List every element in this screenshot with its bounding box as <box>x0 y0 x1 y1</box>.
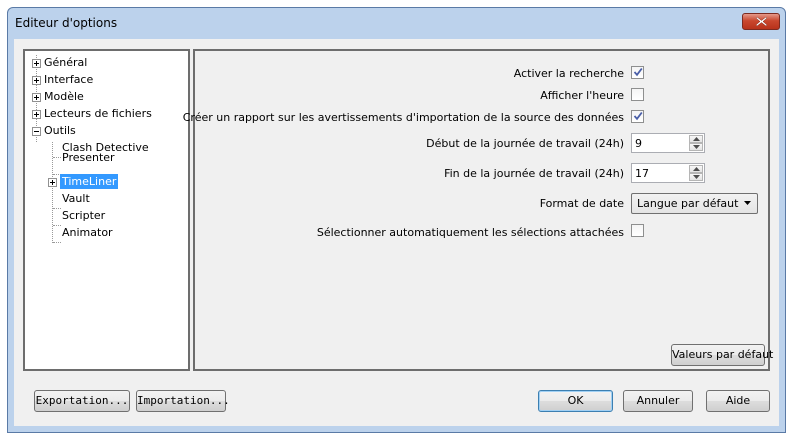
collapse-minus-icon[interactable] <box>32 127 41 136</box>
spin-down-button[interactable] <box>689 143 703 151</box>
close-x-icon <box>756 17 767 26</box>
tree-item-animator[interactable]: Animator <box>25 225 185 240</box>
tree-item-vault[interactable]: Vault <box>25 191 185 206</box>
title-bar[interactable]: Editeur d'options <box>8 8 785 39</box>
options-editor-window: Editeur d'options Général Interface Modè… <box>7 7 786 433</box>
tree-line <box>53 242 61 243</box>
expand-plus-icon[interactable] <box>32 59 41 68</box>
tree-item-label: Presenter <box>62 151 115 164</box>
creer-rapport-label: Créer un rapport sur les avertissements … <box>182 111 624 124</box>
tree-item-lecteurs[interactable]: Lecteurs de fichiers <box>25 106 185 121</box>
tree-item-scripter[interactable]: Scripter <box>25 208 185 223</box>
activer-recherche-checkbox[interactable] <box>631 66 644 79</box>
tree-item-label: Interface <box>44 73 94 86</box>
arrow-down-icon <box>693 145 700 149</box>
afficher-heure-checkbox[interactable] <box>631 88 644 101</box>
tree-item-label: Outils <box>44 124 76 137</box>
spin-up-button[interactable] <box>689 165 703 173</box>
tree-item-label: Modèle <box>44 90 84 103</box>
tree-item-label: Général <box>44 56 88 69</box>
expand-plus-icon[interactable] <box>32 76 41 85</box>
spinner-buttons <box>689 135 703 151</box>
format-date-value: Langue par défaut <box>637 197 739 210</box>
selection-auto-label: Sélectionner automatiquement les sélecti… <box>316 226 624 239</box>
expand-plus-icon[interactable] <box>32 93 41 102</box>
spinner-buttons <box>689 165 703 181</box>
tree-item-presenter[interactable]: Presenter <box>25 151 185 172</box>
fin-journee-value[interactable]: 17 <box>635 167 649 180</box>
expand-plus-icon[interactable] <box>32 110 41 119</box>
options-tree[interactable]: Général Interface Modèle Lecteurs de fic… <box>23 49 190 371</box>
tree-item-general[interactable]: Général <box>25 55 185 70</box>
selection-auto-checkbox[interactable] <box>631 224 644 237</box>
export-button[interactable]: Exportation... <box>34 390 130 412</box>
timeliner-settings-panel: Activer la recherche Afficher l'heure Cr… <box>183 49 773 371</box>
dialog-client-area: Général Interface Modèle Lecteurs de fic… <box>14 39 779 426</box>
spin-down-button[interactable] <box>689 173 703 181</box>
tree-item-outils[interactable]: Outils <box>25 123 185 138</box>
tree-item-label: Vault <box>62 192 90 205</box>
arrow-down-icon <box>693 175 700 179</box>
tree-item-modele[interactable]: Modèle <box>25 89 185 104</box>
import-button[interactable]: Importation... <box>136 390 230 412</box>
checkmark-icon <box>633 67 643 77</box>
help-button[interactable]: Aide <box>706 390 770 412</box>
format-date-dropdown[interactable]: Langue par défaut <box>631 193 758 214</box>
debut-journee-label: Début de la journée de travail (24h) <box>426 137 624 150</box>
tree-item-timeliner[interactable]: TimeLiner <box>25 174 185 189</box>
format-date-label: Format de date <box>539 197 624 210</box>
window-title: Editeur d'options <box>15 16 118 30</box>
tree-item-label: Animator <box>62 226 113 239</box>
chevron-down-icon <box>744 201 751 205</box>
tree-item-label-selected: TimeLiner <box>60 174 119 189</box>
activer-recherche-label: Activer la recherche <box>513 67 624 80</box>
fin-journee-label: Fin de la journée de travail (24h) <box>444 167 624 180</box>
arrow-up-icon <box>693 167 700 171</box>
afficher-heure-label: Afficher l'heure <box>540 89 624 102</box>
close-button[interactable] <box>742 13 780 30</box>
tree-item-label: Lecteurs de fichiers <box>44 107 152 120</box>
tree-item-label: Scripter <box>62 209 106 222</box>
ok-button[interactable]: OK <box>538 390 613 412</box>
defaults-button[interactable]: Valeurs par défaut <box>671 344 773 366</box>
creer-rapport-checkbox[interactable] <box>631 110 644 123</box>
checkmark-icon <box>633 111 643 121</box>
spin-up-button[interactable] <box>689 135 703 143</box>
fin-journee-spinner[interactable]: 17 <box>631 163 705 183</box>
cancel-button[interactable]: Annuler <box>623 390 693 412</box>
debut-journee-spinner[interactable]: 9 <box>631 133 705 153</box>
tree-item-interface[interactable]: Interface <box>25 72 185 87</box>
expand-plus-icon[interactable] <box>48 178 57 187</box>
debut-journee-value[interactable]: 9 <box>635 137 642 150</box>
arrow-up-icon <box>693 137 700 141</box>
